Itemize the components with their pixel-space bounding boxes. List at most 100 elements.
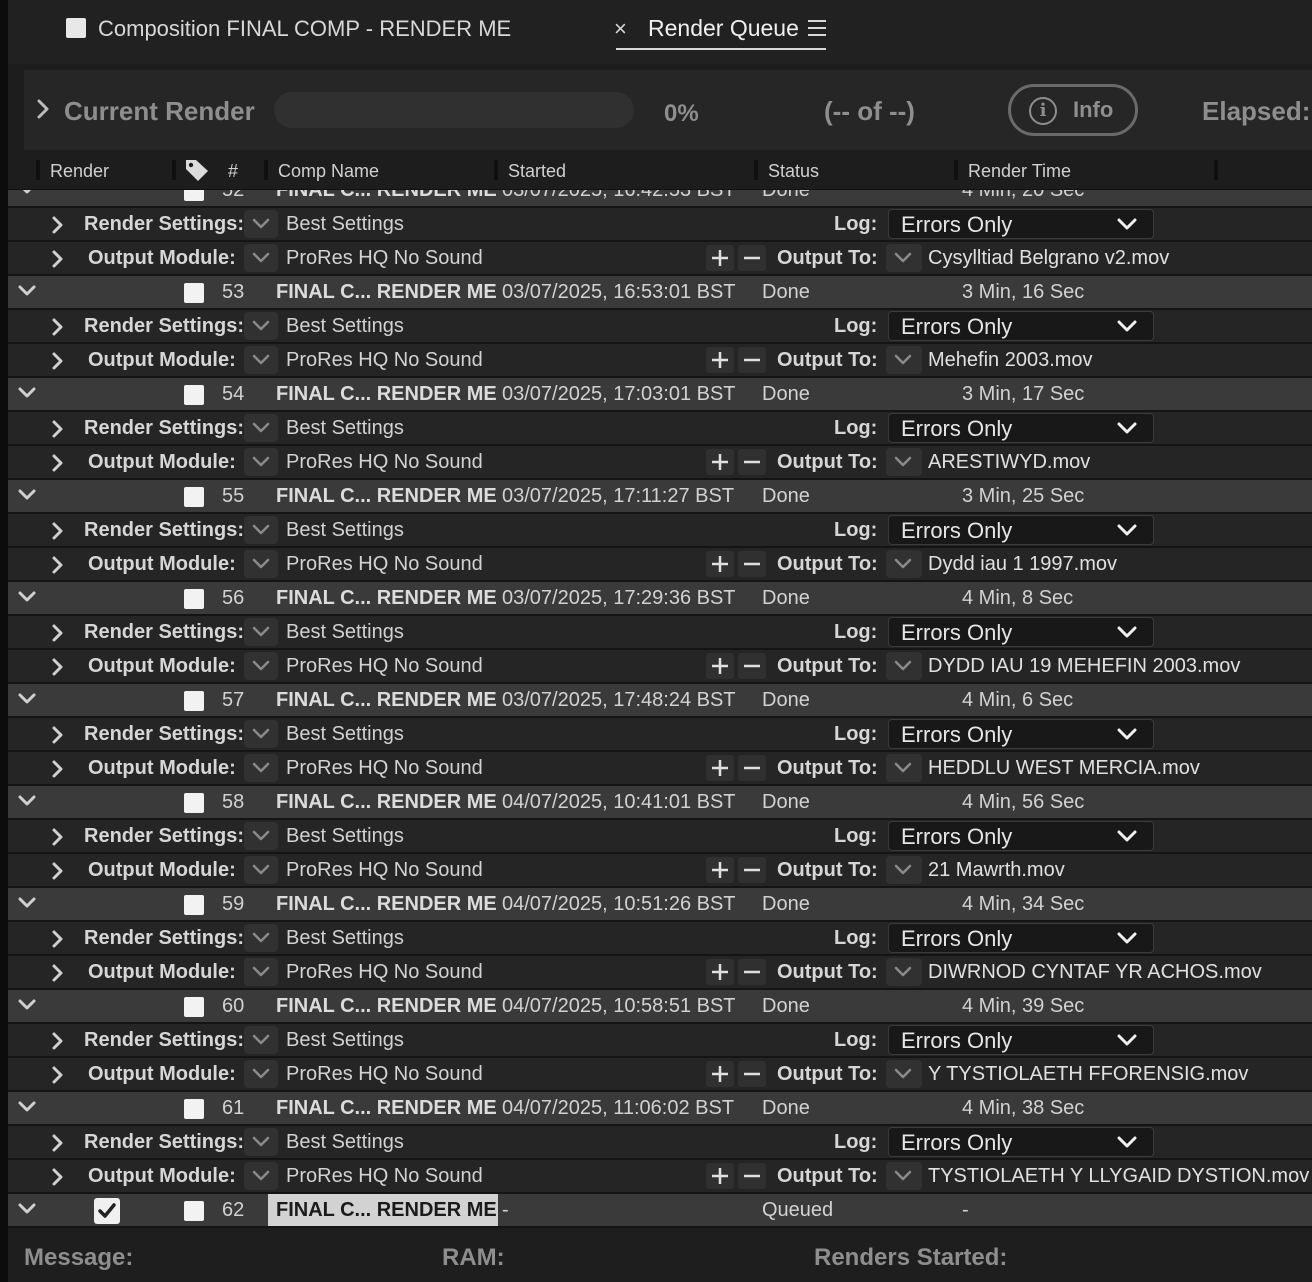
info-button[interactable]: i Info (1008, 84, 1138, 136)
remove-output-module-button[interactable] (738, 551, 766, 577)
render-item-row[interactable]: 53 FINAL C... RENDER ME 03/07/2025, 16:5… (8, 276, 1312, 310)
output-file-name[interactable]: HEDDLU WEST MERCIA.mov (928, 757, 1200, 780)
render-settings-dropdown[interactable] (244, 516, 278, 544)
chevron-right-icon[interactable] (52, 556, 64, 574)
render-settings-dropdown[interactable] (244, 822, 278, 850)
item-color-label[interactable] (184, 589, 204, 609)
render-item-row[interactable]: 52 FINAL C... RENDER ME 03/07/2025, 16:4… (8, 190, 1312, 208)
item-color-label[interactable] (184, 283, 204, 303)
output-file-name[interactable]: Mehefin 2003.mov (928, 349, 1093, 372)
output-module-dropdown[interactable] (244, 1060, 278, 1088)
item-color-label[interactable] (184, 1201, 204, 1221)
column-separator[interactable] (172, 160, 176, 180)
output-file-name[interactable]: DIWRNOD CYNTAF YR ACHOS.mov (928, 961, 1262, 984)
column-separator[interactable] (264, 160, 268, 180)
column-separator[interactable] (754, 160, 758, 180)
chevron-down-icon[interactable] (18, 693, 36, 707)
comp-name[interactable]: FINAL C... RENDER ME (276, 383, 497, 406)
render-settings-value[interactable]: Best Settings (286, 927, 404, 950)
output-module-dropdown[interactable] (244, 856, 278, 884)
comp-name[interactable]: FINAL C... RENDER ME (276, 587, 497, 610)
column-started[interactable]: Started (508, 161, 566, 182)
render-item-row[interactable]: 54 FINAL C... RENDER ME 03/07/2025, 17:0… (8, 378, 1312, 412)
chevron-down-icon[interactable] (18, 489, 36, 503)
remove-output-module-button[interactable] (738, 959, 766, 985)
output-file-name[interactable]: TYSTIOLAETH Y LLYGAID DYSTION.mov (928, 1165, 1309, 1188)
output-module-value[interactable]: ProRes HQ No Sound (286, 757, 483, 780)
render-item-row-queued[interactable]: 62 FINAL C... RENDER ME - Queued - (8, 1194, 1312, 1228)
comp-name[interactable]: FINAL C... RENDER ME (276, 791, 497, 814)
item-color-label[interactable] (184, 1099, 204, 1119)
item-color-label[interactable] (184, 190, 204, 201)
output-module-value[interactable]: ProRes HQ No Sound (286, 961, 483, 984)
add-output-module-button[interactable] (706, 1163, 734, 1189)
add-output-module-button[interactable] (706, 551, 734, 577)
column-separator[interactable] (494, 160, 498, 180)
tab-render-queue[interactable]: Render Queue (648, 15, 799, 42)
chevron-right-icon[interactable] (52, 1134, 64, 1152)
remove-output-module-button[interactable] (738, 653, 766, 679)
render-settings-value[interactable]: Best Settings (286, 519, 404, 542)
log-dropdown[interactable]: Errors Only (888, 1025, 1154, 1055)
output-to-dropdown[interactable] (886, 1060, 922, 1088)
render-settings-dropdown[interactable] (244, 312, 278, 340)
output-module-dropdown[interactable] (244, 1162, 278, 1190)
output-file-name[interactable]: Y TYSTIOLAETH FFORENSIG.mov (928, 1063, 1248, 1086)
log-dropdown[interactable]: Errors Only (888, 515, 1154, 545)
render-item-row[interactable]: 57 FINAL C... RENDER ME 03/07/2025, 17:4… (8, 684, 1312, 718)
chevron-down-icon[interactable] (18, 897, 36, 911)
chevron-down-icon[interactable] (18, 387, 36, 401)
render-settings-value[interactable]: Best Settings (286, 1029, 404, 1052)
render-settings-dropdown[interactable] (244, 618, 278, 646)
add-output-module-button[interactable] (706, 857, 734, 883)
comp-name[interactable]: FINAL C... RENDER ME (276, 995, 497, 1018)
render-item-row[interactable]: 55 FINAL C... RENDER ME 03/07/2025, 17:1… (8, 480, 1312, 514)
output-module-dropdown[interactable] (244, 346, 278, 374)
add-output-module-button[interactable] (706, 755, 734, 781)
chevron-right-icon[interactable] (52, 216, 64, 234)
remove-output-module-button[interactable] (738, 755, 766, 781)
log-dropdown[interactable]: Errors Only (888, 209, 1154, 239)
output-to-dropdown[interactable] (886, 958, 922, 986)
comp-name[interactable]: FINAL C... RENDER ME (276, 485, 497, 508)
remove-output-module-button[interactable] (738, 245, 766, 271)
render-settings-dropdown[interactable] (244, 1128, 278, 1156)
output-module-dropdown[interactable] (244, 244, 278, 272)
remove-output-module-button[interactable] (738, 449, 766, 475)
output-to-dropdown[interactable] (886, 754, 922, 782)
output-to-dropdown[interactable] (886, 1162, 922, 1190)
render-settings-dropdown[interactable] (244, 1026, 278, 1054)
render-settings-value[interactable]: Best Settings (286, 825, 404, 848)
chevron-right-icon[interactable] (52, 250, 64, 268)
output-module-value[interactable]: ProRes HQ No Sound (286, 349, 483, 372)
tag-icon[interactable] (184, 158, 210, 182)
chevron-right-icon[interactable] (52, 726, 64, 744)
render-item-row[interactable]: 58 FINAL C... RENDER ME 04/07/2025, 10:4… (8, 786, 1312, 820)
render-item-row[interactable]: 59 FINAL C... RENDER ME 04/07/2025, 10:5… (8, 888, 1312, 922)
output-module-dropdown[interactable] (244, 448, 278, 476)
output-module-dropdown[interactable] (244, 958, 278, 986)
add-output-module-button[interactable] (706, 245, 734, 271)
log-dropdown[interactable]: Errors Only (888, 821, 1154, 851)
output-module-dropdown[interactable] (244, 754, 278, 782)
chevron-down-icon[interactable] (18, 999, 36, 1013)
comp-name[interactable]: FINAL C... RENDER ME (276, 1199, 497, 1222)
output-to-dropdown[interactable] (886, 448, 922, 476)
chevron-right-icon[interactable] (52, 1032, 64, 1050)
output-module-value[interactable]: ProRes HQ No Sound (286, 655, 483, 678)
render-settings-value[interactable]: Best Settings (286, 417, 404, 440)
chevron-right-icon[interactable] (52, 420, 64, 438)
render-settings-value[interactable]: Best Settings (286, 213, 404, 236)
output-to-dropdown[interactable] (886, 652, 922, 680)
output-module-value[interactable]: ProRes HQ No Sound (286, 1165, 483, 1188)
chevron-right-icon[interactable] (52, 1168, 64, 1186)
comp-name[interactable]: FINAL C... RENDER ME (276, 190, 497, 202)
chevron-right-icon[interactable] (52, 352, 64, 370)
chevron-right-icon[interactable] (52, 828, 64, 846)
chevron-down-icon[interactable] (18, 285, 36, 299)
render-settings-dropdown[interactable] (244, 414, 278, 442)
close-tab-icon[interactable]: × (614, 16, 627, 42)
column-render[interactable]: Render (50, 161, 109, 182)
log-dropdown[interactable]: Errors Only (888, 413, 1154, 443)
chevron-down-icon[interactable] (18, 1101, 36, 1115)
